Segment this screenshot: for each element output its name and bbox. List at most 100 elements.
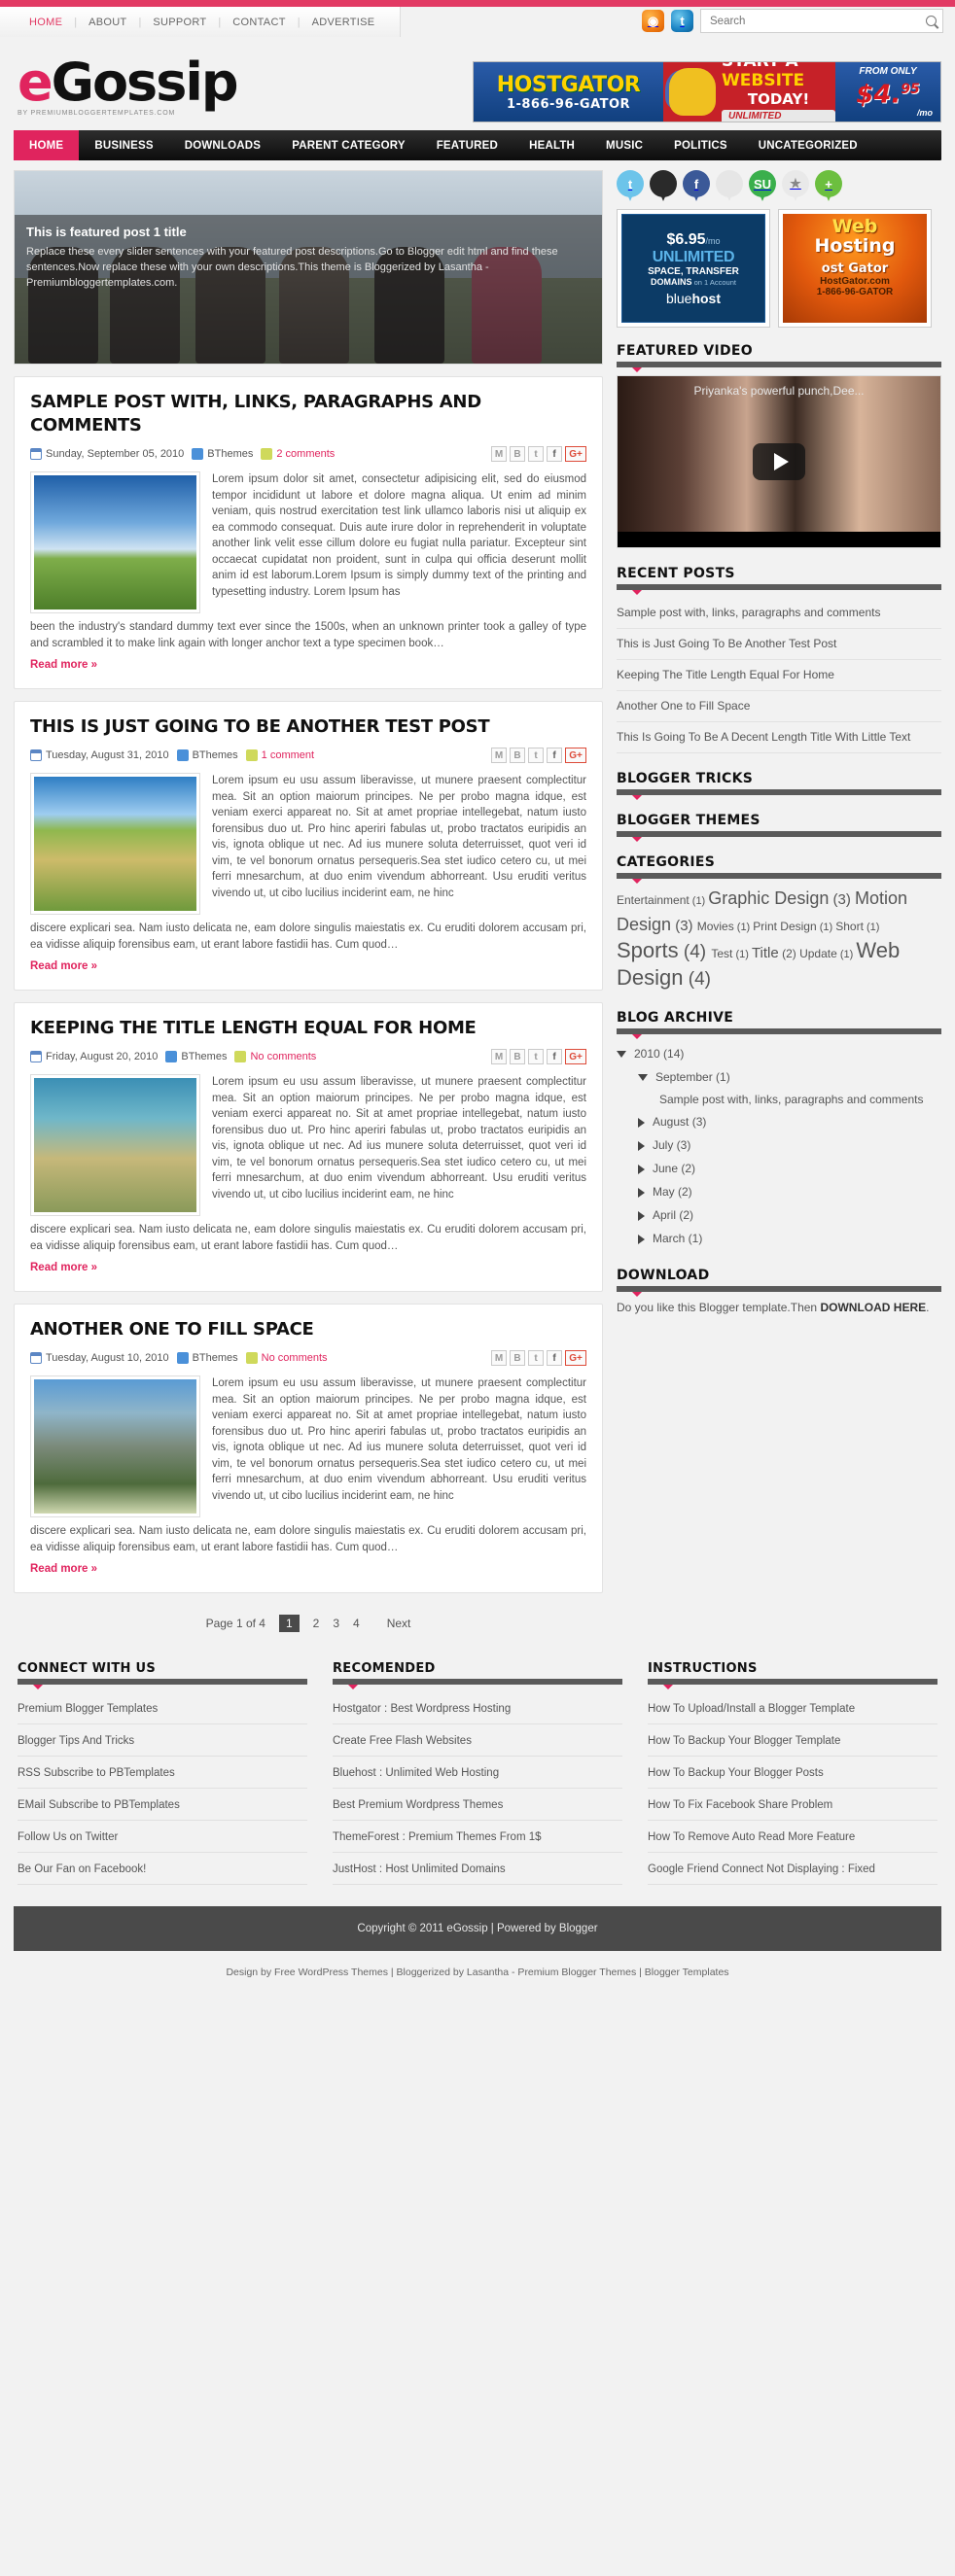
post-thumbnail[interactable] <box>30 1375 200 1517</box>
googleplus-share-icon[interactable]: G+ <box>565 446 586 462</box>
chevron-right-icon[interactable] <box>638 1164 645 1174</box>
gmail-share-icon[interactable]: M <box>491 1049 507 1064</box>
read-more-link[interactable]: Read more » <box>30 1262 97 1273</box>
footer-link[interactable]: ThemeForest : Premium Themes From 1$ <box>333 1831 542 1843</box>
facebook-share-icon[interactable]: f <box>547 1350 562 1366</box>
footer-link[interactable]: Be Our Fan on Facebook! <box>18 1863 146 1875</box>
category-link[interactable]: Entertainment <box>617 893 690 907</box>
category-link[interactable]: Sports <box>617 938 679 962</box>
chevron-right-icon[interactable] <box>638 1210 645 1221</box>
video-controls-bar[interactable] <box>618 532 940 547</box>
archive-month[interactable]: April (2) <box>617 1203 941 1227</box>
search-icon[interactable] <box>926 16 937 26</box>
pager-page-1[interactable]: 1 <box>278 1615 300 1632</box>
rss-icon[interactable]: ◉ <box>642 10 664 32</box>
recent-post-link[interactable]: This Is Going To Be A Decent Length Titl… <box>617 729 941 746</box>
search-box[interactable] <box>700 9 943 33</box>
bluehost-ad[interactable]: $6.95/mo UNLIMITED SPACE, TRANSFER DOMAI… <box>617 209 770 328</box>
footer-link[interactable]: Best Premium Wordpress Themes <box>333 1799 503 1811</box>
post-comments[interactable]: 1 comment <box>262 749 314 761</box>
post-title[interactable]: THIS IS JUST GOING TO BE ANOTHER TEST PO… <box>30 715 586 739</box>
twitter-share-icon[interactable]: t <box>528 1049 544 1064</box>
blogger-share-icon[interactable]: B <box>510 1049 525 1064</box>
footer-link[interactable]: How To Backup Your Blogger Template <box>648 1735 840 1747</box>
post-comments[interactable]: No comments <box>250 1051 316 1062</box>
chevron-right-icon[interactable] <box>638 1140 645 1151</box>
archive-month[interactable]: June (2) <box>617 1157 941 1180</box>
archive-post[interactable]: Sample post with, links, paragraphs and … <box>617 1089 941 1110</box>
hostgator-ad[interactable]: Web Hosting ost Gator HostGator.com 1-86… <box>778 209 932 328</box>
category-link[interactable]: Movies <box>697 920 734 933</box>
footer-link[interactable]: Google Friend Connect Not Displaying : F… <box>648 1863 875 1875</box>
main-nav-item-business[interactable]: BUSINESS <box>79 130 168 160</box>
post-thumbnail[interactable] <box>30 1074 200 1216</box>
top-nav-item-home[interactable]: HOME <box>18 17 74 28</box>
share-more-bubble-icon[interactable]: + <box>815 170 842 201</box>
chevron-right-icon[interactable] <box>638 1187 645 1198</box>
archive-month-open[interactable]: September (1) <box>617 1065 941 1089</box>
twitter-bubble-icon[interactable]: t <box>617 170 644 201</box>
play-icon[interactable] <box>753 443 805 480</box>
blogger-share-icon[interactable]: B <box>510 446 525 462</box>
footer-link[interactable]: How To Remove Auto Read More Feature <box>648 1831 855 1843</box>
site-logo[interactable]: eGossip BY PREMIUMBLOGGERTEMPLATES.COM <box>18 56 238 118</box>
pager-page-4[interactable]: 4 <box>353 1617 360 1630</box>
chevron-right-icon[interactable] <box>638 1234 645 1244</box>
read-more-link[interactable]: Read more » <box>30 659 97 671</box>
footer-link[interactable]: JustHost : Host Unlimited Domains <box>333 1863 506 1875</box>
main-nav-item-downloads[interactable]: DOWNLOADS <box>169 130 276 160</box>
footer-link[interactable]: Bluehost : Unlimited Web Hosting <box>333 1767 499 1779</box>
category-link[interactable]: Graphic Design <box>708 888 829 908</box>
category-link[interactable]: Short <box>835 920 864 933</box>
search-input[interactable] <box>710 15 926 27</box>
recent-post-link[interactable]: Sample post with, links, paragraphs and … <box>617 605 941 621</box>
main-nav-item-health[interactable]: HEALTH <box>513 130 590 160</box>
pager-next[interactable]: Next <box>387 1617 411 1630</box>
top-nav-item-support[interactable]: SUPPORT <box>141 17 218 28</box>
footer-link[interactable]: How To Backup Your Blogger Posts <box>648 1767 824 1779</box>
footer-link[interactable]: RSS Subscribe to PBTemplates <box>18 1767 175 1779</box>
facebook-share-icon[interactable]: f <box>547 446 562 462</box>
gmail-share-icon[interactable]: M <box>491 1350 507 1366</box>
main-nav-item-featured[interactable]: FEATURED <box>421 130 513 160</box>
top-nav-item-about[interactable]: ABOUT <box>77 17 138 28</box>
category-link[interactable]: Test <box>711 947 732 960</box>
googleplus-share-icon[interactable]: G+ <box>565 1049 586 1064</box>
category-link[interactable]: Update <box>799 947 837 960</box>
featured-video-player[interactable]: Priyanka's powerful punch,Dee... <box>617 375 941 548</box>
category-link[interactable]: Title <box>752 945 779 961</box>
footer-link[interactable]: Hostgator : Best Wordpress Hosting <box>333 1703 511 1715</box>
delicious-bubble-icon[interactable] <box>650 170 677 201</box>
archive-year[interactable]: 2010 (14) <box>617 1042 941 1065</box>
favorites-bubble-icon[interactable]: ★ <box>782 170 809 201</box>
post-title[interactable]: KEEPING THE TITLE LENGTH EQUAL FOR HOME <box>30 1017 586 1040</box>
footer-link[interactable]: Premium Blogger Templates <box>18 1703 158 1715</box>
technorati-bubble-icon[interactable] <box>716 170 743 201</box>
chevron-down-icon[interactable] <box>638 1074 648 1082</box>
main-nav-item-parent-category[interactable]: PARENT CATEGORY <box>276 130 421 160</box>
featured-slider[interactable]: This is featured post 1 title Replace th… <box>14 170 603 365</box>
footer-link[interactable]: Follow Us on Twitter <box>18 1831 118 1843</box>
footer-link[interactable]: Create Free Flash Websites <box>333 1735 472 1747</box>
facebook-share-icon[interactable]: f <box>547 1049 562 1064</box>
blogger-share-icon[interactable]: B <box>510 748 525 763</box>
googleplus-share-icon[interactable]: G+ <box>565 1350 586 1366</box>
category-link[interactable]: Print Design <box>753 920 816 933</box>
main-nav-item-uncategorized[interactable]: UNCATEGORIZED <box>743 130 873 160</box>
download-link[interactable]: DOWNLOAD HERE <box>820 1301 926 1314</box>
archive-month[interactable]: August (3) <box>617 1110 941 1133</box>
post-title[interactable]: ANOTHER ONE TO FILL SPACE <box>30 1318 586 1341</box>
facebook-share-icon[interactable]: f <box>547 748 562 763</box>
post-thumbnail[interactable] <box>30 471 200 613</box>
top-nav-item-contact[interactable]: CONTACT <box>221 17 297 28</box>
googleplus-share-icon[interactable]: G+ <box>565 748 586 763</box>
post-thumbnail[interactable] <box>30 773 200 915</box>
twitter-icon[interactable]: t <box>671 10 693 32</box>
footer-link[interactable]: EMail Subscribe to PBTemplates <box>18 1799 180 1811</box>
post-title[interactable]: SAMPLE POST WITH, LINKS, PARAGRAPHS AND … <box>30 391 586 437</box>
twitter-share-icon[interactable]: t <box>528 446 544 462</box>
footer-link[interactable]: Blogger Tips And Tricks <box>18 1735 134 1747</box>
pager-page-2[interactable]: 2 <box>313 1617 320 1630</box>
twitter-share-icon[interactable]: t <box>528 748 544 763</box>
read-more-link[interactable]: Read more » <box>30 960 97 972</box>
